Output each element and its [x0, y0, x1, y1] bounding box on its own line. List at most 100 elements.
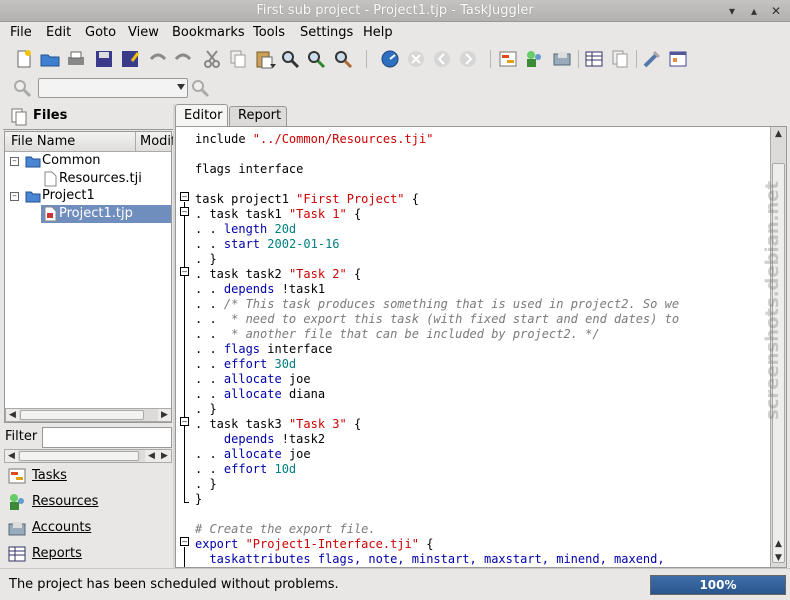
code-line[interactable]: # Create the export file.	[195, 522, 376, 537]
tab-report[interactable]: Report	[229, 106, 287, 126]
save-as-icon[interactable]	[120, 49, 140, 69]
code-editor[interactable]: – – – – – include "../Common/Resources.t…	[175, 126, 787, 568]
tree-horizontal-scrollbar[interactable]: ◀ ▶	[5, 408, 171, 422]
find-icon[interactable]	[280, 49, 300, 69]
document-icon[interactable]	[610, 49, 630, 69]
maximize-icon[interactable]: ▴	[746, 3, 762, 19]
files-tab[interactable]: Files	[3, 104, 153, 130]
open-folder-icon[interactable]	[40, 49, 60, 69]
task-report-icon[interactable]	[498, 49, 518, 69]
code-line[interactable]: . . length 20d	[195, 222, 296, 237]
forward-icon[interactable]	[458, 49, 478, 69]
menu-settings[interactable]: Settings	[300, 25, 353, 40]
scroll-left-icon[interactable]: ◀	[5, 450, 18, 462]
code-line[interactable]: . . allocate diana	[195, 387, 325, 402]
scroll-up-icon[interactable]: ▲	[772, 537, 785, 551]
code-line[interactable]: . task task2 "Task 2" {	[195, 267, 361, 282]
menu-edit[interactable]: Edit	[46, 25, 71, 40]
fold-marker-icon[interactable]: –	[180, 267, 189, 276]
scroll-right-icon[interactable]: ▶	[158, 450, 171, 462]
menu-file[interactable]: File	[10, 25, 32, 40]
code-line[interactable]: . . allocate joe	[195, 447, 311, 462]
scrollbar-thumb[interactable]	[19, 451, 139, 461]
find-next-icon[interactable]	[306, 49, 326, 69]
find-previous-icon[interactable]	[333, 49, 353, 69]
tree-item-project1[interactable]: Project1	[42, 187, 95, 205]
menu-view[interactable]: View	[128, 25, 159, 40]
filter-horizontal-scrollbar[interactable]: ◀ ◀ ▶	[4, 449, 172, 463]
fold-marker-icon[interactable]: –	[180, 192, 189, 201]
fold-marker-icon[interactable]: –	[180, 207, 189, 216]
menu-goto[interactable]: Goto	[85, 25, 116, 40]
back-icon[interactable]	[432, 49, 452, 69]
account-report-icon[interactable]	[552, 49, 572, 69]
code-line[interactable]: . . effort 30d	[195, 357, 296, 372]
menu-help[interactable]: Help	[363, 25, 393, 40]
filter-input[interactable]	[42, 427, 172, 448]
code-line[interactable]: . . effort 10d	[195, 462, 296, 477]
tabular-report-icon[interactable]	[584, 49, 604, 69]
undo-icon[interactable]	[148, 49, 168, 69]
search-go-icon[interactable]	[190, 78, 210, 98]
scroll-down-icon[interactable]: ▼	[772, 551, 785, 565]
nav-reports[interactable]: Reports	[0, 541, 174, 567]
tree-item-project1-tjp[interactable]: Project1.tjp	[59, 205, 133, 223]
code-line[interactable]: . task task1 "Task 1" {	[195, 207, 361, 222]
column-divider[interactable]	[135, 132, 136, 152]
nav-accounts[interactable]: Accounts	[0, 515, 174, 541]
code-line[interactable]: export "Project1-Interface.tji" {	[195, 537, 433, 552]
cut-icon[interactable]	[202, 49, 222, 69]
fold-marker-icon[interactable]: –	[180, 537, 189, 546]
nav-resources[interactable]: Resources	[0, 489, 174, 515]
tab-editor[interactable]: Editor	[175, 104, 228, 128]
scroll-left-icon[interactable]: ◀	[6, 409, 19, 421]
code-line[interactable]: task project1 "First Project" {	[195, 192, 419, 207]
code-line[interactable]: . }	[195, 402, 217, 417]
menu-bookmarks[interactable]: Bookmarks	[172, 25, 245, 40]
settings-icon[interactable]	[668, 49, 688, 69]
stop-icon[interactable]	[406, 49, 426, 69]
menu-tools[interactable]: Tools	[253, 25, 285, 40]
code-line[interactable]: . . allocate joe	[195, 372, 311, 387]
code-area[interactable]: – – – – – include "../Common/Resources.t…	[176, 127, 771, 567]
tree-item-common[interactable]: Common	[42, 152, 101, 170]
code-line[interactable]: }	[195, 492, 202, 507]
column-file-name[interactable]: File Name	[11, 134, 75, 149]
code-line[interactable]: . . start 2002-01-16	[195, 237, 340, 252]
code-line[interactable]: . . depends !task1	[195, 282, 325, 297]
tools-icon[interactable]	[642, 49, 662, 69]
print-icon[interactable]	[66, 49, 86, 69]
tree-item-resources-tji[interactable]: Resources.tji	[59, 170, 142, 188]
code-line[interactable]: taskattributes flags, note, minstart, ma…	[195, 552, 664, 567]
schedule-icon[interactable]	[380, 49, 400, 69]
collapse-toggle-icon[interactable]: –	[10, 157, 19, 166]
code-line[interactable]: . . * need to export this task (with fix…	[195, 312, 679, 327]
code-line[interactable]: . . /* This task produces something that…	[195, 297, 679, 312]
close-icon[interactable]: ✕	[768, 3, 784, 19]
file-tree[interactable]: File Name Modifi – Common Resources.tji …	[4, 131, 179, 423]
fold-marker-icon[interactable]: –	[180, 417, 189, 426]
paste-dropdown-icon[interactable]	[270, 64, 276, 68]
code-line[interactable]: . . flags interface	[195, 342, 332, 357]
code-line[interactable]: . task task3 "Task 3" {	[195, 417, 361, 432]
scroll-left-icon[interactable]: ◀	[145, 450, 158, 462]
resource-report-icon[interactable]	[524, 49, 544, 69]
code-line[interactable]: . . * another file that can be included …	[195, 327, 600, 342]
code-line[interactable]: depends !task2	[195, 432, 325, 447]
chevron-down-icon[interactable]	[177, 84, 185, 90]
code-line[interactable]: flags interface	[195, 162, 303, 177]
save-icon[interactable]	[94, 49, 114, 69]
nav-tasks[interactable]: Tasks	[0, 463, 174, 489]
redo-icon[interactable]	[173, 49, 193, 69]
collapse-toggle-icon[interactable]: –	[10, 192, 19, 201]
code-line[interactable]: include "../Common/Resources.tji"	[195, 132, 433, 147]
copy-icon[interactable]	[228, 49, 248, 69]
scroll-right-icon[interactable]: ▶	[158, 409, 171, 421]
code-line[interactable]: . }	[195, 252, 217, 267]
scrollbar-thumb[interactable]	[20, 410, 144, 420]
search-combo[interactable]	[38, 78, 188, 98]
minimize-icon[interactable]: ▾	[724, 3, 740, 19]
scroll-up-icon[interactable]: ▲	[772, 127, 785, 141]
new-file-icon[interactable]	[14, 49, 34, 69]
code-line[interactable]: . }	[195, 477, 217, 492]
